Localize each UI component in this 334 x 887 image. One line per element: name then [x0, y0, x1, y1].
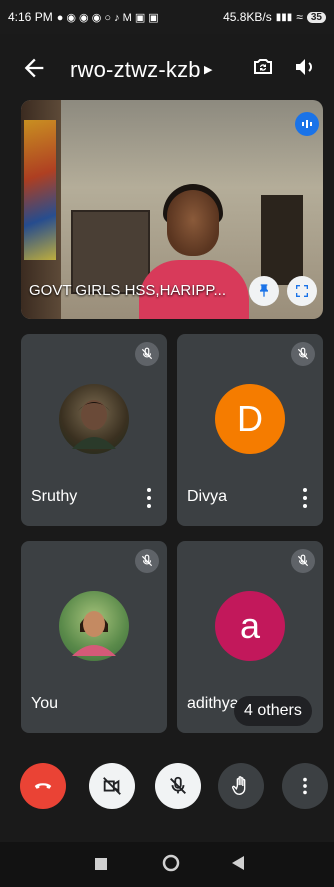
wifi-icon: ≈ — [296, 10, 303, 24]
chevron-right-icon[interactable]: ▶ — [204, 63, 212, 76]
more-dot — [303, 488, 307, 492]
muted-indicator — [135, 342, 159, 366]
mic-toggle-button[interactable] — [155, 763, 201, 809]
participant-tile-you[interactable]: You — [21, 541, 167, 733]
status-right: 45.8KB/s ▮▮▮ ≈ 35 — [223, 10, 326, 24]
mic-off-icon — [141, 554, 153, 567]
participant-name: adithya — [187, 695, 239, 712]
system-nav-bar — [0, 842, 334, 887]
back-button[interactable] — [20, 54, 48, 82]
more-dot — [147, 496, 151, 500]
main-video-label: GOVT GIRLS HSS,HARIPP... — [29, 282, 227, 299]
more-dot — [147, 504, 151, 508]
hang-up-icon — [34, 783, 52, 789]
status-left: 4:16 PM ● ◉ ◉ ◉ ○ ♪ M ▣ ▣ — [8, 10, 159, 24]
participant-photo — [59, 384, 129, 454]
audio-level-icon — [302, 120, 312, 128]
mic-off-icon — [141, 347, 153, 360]
speaker-icon — [296, 59, 312, 75]
more-options-button[interactable] — [282, 763, 328, 809]
more-options-button[interactable] — [297, 486, 313, 510]
hand-icon — [232, 776, 246, 795]
data-speed: 45.8KB/s — [223, 10, 272, 24]
participant-avatar: D — [215, 384, 285, 454]
more-vert-icon — [303, 777, 307, 795]
participant-tile-sruthy[interactable]: Sruthy — [21, 334, 167, 526]
fullscreen-button[interactable] — [287, 276, 317, 306]
person-photo-icon — [72, 400, 116, 449]
raise-hand-button[interactable] — [218, 763, 264, 809]
mic-off-icon — [297, 554, 309, 567]
muted-indicator — [135, 549, 159, 573]
camera-toggle-button[interactable] — [89, 763, 135, 809]
status-bar: 4:16 PM ● ◉ ◉ ◉ ○ ♪ M ▣ ▣ 45.8KB/s ▮▮▮ ≈… — [0, 0, 334, 34]
battery-icon: 35 — [306, 11, 326, 23]
switch-camera-icon — [254, 59, 272, 74]
back-triangle-icon — [232, 856, 244, 870]
more-options-button[interactable] — [141, 486, 157, 510]
muted-indicator — [291, 549, 315, 573]
notification-icons: ● ◉ ◉ ◉ ○ ♪ M ▣ ▣ — [56, 11, 159, 24]
recents-icon — [95, 858, 107, 870]
pin-icon — [260, 284, 268, 297]
mic-off-icon — [297, 347, 309, 360]
video-artwork — [24, 120, 56, 260]
signal-icon: ▮▮▮ — [275, 11, 293, 23]
muted-indicator — [291, 342, 315, 366]
switch-camera-button[interactable] — [248, 52, 278, 82]
mic-off-icon — [170, 776, 186, 794]
pin-button[interactable] — [249, 276, 279, 306]
presenter-video — [139, 184, 249, 319]
participant-tile-divya[interactable]: D Divya — [177, 334, 323, 526]
meeting-header: rwo-ztwz-kzb ▶ — [0, 44, 334, 92]
participant-name: Divya — [187, 488, 228, 505]
fullscreen-icon — [296, 285, 308, 297]
back-nav-button[interactable] — [232, 856, 244, 875]
back-arrow-icon — [24, 58, 44, 78]
participant-photo — [59, 591, 129, 661]
person-photo-icon — [72, 611, 116, 656]
video-door — [261, 195, 303, 285]
participant-avatar: a — [215, 591, 285, 661]
main-video-tile[interactable]: GOVT GIRLS HSS,HARIPP... — [21, 100, 323, 319]
home-icon — [162, 854, 180, 872]
end-call-button[interactable] — [20, 763, 66, 809]
presenter-head — [167, 190, 219, 256]
participant-name: You — [31, 695, 58, 712]
home-button[interactable] — [162, 854, 180, 877]
speaker-button[interactable] — [290, 52, 320, 82]
more-dot — [303, 504, 307, 508]
meeting-code[interactable]: rwo-ztwz-kzb — [70, 57, 201, 83]
others-badge[interactable]: 4 others — [234, 696, 312, 726]
speaking-indicator — [295, 112, 319, 136]
more-dot — [303, 496, 307, 500]
more-dot — [147, 488, 151, 492]
participant-name: Sruthy — [31, 488, 78, 505]
video-off-icon — [103, 777, 121, 795]
status-time: 4:16 PM — [8, 10, 53, 24]
recents-button[interactable] — [95, 857, 107, 875]
